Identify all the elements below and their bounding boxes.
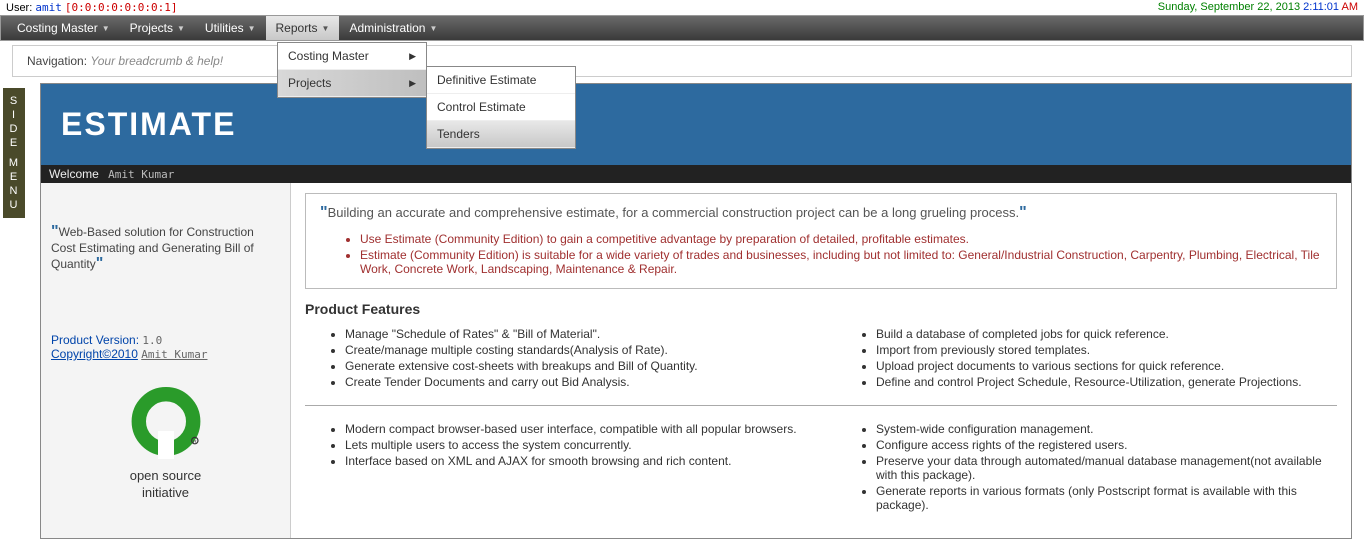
chevron-right-icon: ▶	[409, 51, 416, 62]
list-item: Build a database of completed jobs for q…	[876, 327, 1337, 341]
welcome-bar: Welcome Amit Kumar	[41, 165, 1351, 183]
list-item: Modern compact browser-based user interf…	[345, 422, 806, 436]
chevron-down-icon: ▼	[248, 24, 256, 33]
nav-help-text: Your breadcrumb & help!	[90, 54, 223, 68]
user-ip: [0:0:0:0:0:0:0:1]	[65, 1, 178, 14]
osi-caption-1: open source	[51, 468, 280, 483]
nav-label: Navigation:	[27, 54, 87, 68]
highlights-list: Use Estimate (Community Edition) to gain…	[360, 232, 1322, 276]
sidebar-blurb: Web-Based solution for Construction Cost…	[51, 225, 254, 271]
side-menu-tab[interactable]: SIDEMENU	[3, 88, 25, 218]
menu-utilities[interactable]: Utilities▼	[195, 16, 266, 40]
app-title: ESTIMATE	[61, 106, 1331, 143]
tech-left-list: Modern compact browser-based user interf…	[345, 422, 806, 468]
version-value: 1.0	[142, 334, 162, 347]
sub-definitive-estimate[interactable]: Definitive Estimate	[427, 67, 575, 94]
menu-administration[interactable]: Administration▼	[339, 16, 447, 40]
username: amit	[35, 1, 62, 14]
chevron-down-icon: ▼	[429, 24, 437, 33]
tagline-box: "Building an accurate and comprehensive …	[305, 193, 1337, 289]
breadcrumb: Navigation: Your breadcrumb & help!	[12, 45, 1352, 77]
osi-caption-2: initiative	[51, 485, 280, 500]
features-heading: Product Features	[305, 301, 1337, 317]
list-item: System-wide configuration management.	[876, 422, 1337, 436]
top-info-bar: User: amit [0:0:0:0:0:0:0:1] Sunday, Sep…	[0, 0, 1364, 15]
list-item: Interface based on XML and AJAX for smoo…	[345, 454, 806, 468]
copyright-name: Amit Kumar	[141, 348, 207, 361]
tech-right-list: System-wide configuration management. Co…	[876, 422, 1337, 512]
chevron-right-icon: ▶	[409, 78, 416, 89]
menu-costing-master[interactable]: Costing Master▼	[7, 16, 120, 40]
dropdown-costing-master[interactable]: Costing Master▶	[278, 43, 426, 70]
info-sidebar: "Web-Based solution for Construction Cos…	[41, 183, 291, 538]
app-header: ESTIMATE	[41, 84, 1351, 165]
quote-open: "	[51, 223, 59, 240]
list-item: Create Tender Documents and carry out Bi…	[345, 375, 806, 389]
features-right-list: Build a database of completed jobs for q…	[876, 327, 1337, 389]
sub-control-estimate[interactable]: Control Estimate	[427, 94, 575, 121]
user-label: User:	[6, 2, 32, 14]
list-item: Generate reports in various formats (onl…	[876, 484, 1337, 512]
dropdown-projects[interactable]: Projects▶	[278, 70, 426, 97]
copyright-link[interactable]: Copyright©2010	[51, 347, 138, 361]
list-item: Define and control Project Schedule, Res…	[876, 375, 1337, 389]
divider	[305, 405, 1337, 406]
current-time-ampm: AM	[1342, 1, 1359, 13]
menu-projects[interactable]: Projects▼	[120, 16, 195, 40]
list-item: Create/manage multiple costing standards…	[345, 343, 806, 357]
list-item: Lets multiple users to access the system…	[345, 438, 806, 452]
list-item: Use Estimate (Community Edition) to gain…	[360, 232, 1322, 246]
list-item: Preserve your data through automated/man…	[876, 454, 1337, 482]
projects-sub-dropdown: Definitive Estimate Control Estimate Ten…	[426, 66, 576, 149]
main-menu-bar: Costing Master▼ Projects▼ Utilities▼ Rep…	[0, 15, 1364, 41]
version-label: Product Version:	[51, 333, 139, 347]
tagline-text: Building an accurate and comprehensive e…	[328, 205, 1020, 220]
list-item: Estimate (Community Edition) is suitable…	[360, 248, 1322, 276]
welcome-label: Welcome	[49, 167, 99, 181]
sub-tenders[interactable]: Tenders	[427, 121, 575, 148]
list-item: Upload project documents to various sect…	[876, 359, 1337, 373]
svg-text:R: R	[193, 439, 197, 445]
list-item: Generate extensive cost-sheets with brea…	[345, 359, 806, 373]
chevron-down-icon: ▼	[322, 24, 330, 33]
chevron-down-icon: ▼	[102, 24, 110, 33]
menu-reports[interactable]: Reports▼	[266, 16, 340, 40]
main-content: "Building an accurate and comprehensive …	[291, 183, 1351, 538]
current-time: 2:11:01	[1303, 1, 1339, 13]
reports-dropdown: Costing Master▶ Projects▶	[277, 42, 427, 98]
osi-logo: R open source initiative	[51, 383, 280, 500]
features-left-list: Manage "Schedule of Rates" & "Bill of Ma…	[345, 327, 806, 389]
list-item: Import from previously stored templates.	[876, 343, 1337, 357]
welcome-username: Amit Kumar	[108, 168, 174, 181]
chevron-down-icon: ▼	[177, 24, 185, 33]
list-item: Manage "Schedule of Rates" & "Bill of Ma…	[345, 327, 806, 341]
current-date: Sunday, September 22, 2013	[1158, 1, 1300, 13]
quote-close: "	[96, 255, 104, 272]
list-item: Configure access rights of the registere…	[876, 438, 1337, 452]
